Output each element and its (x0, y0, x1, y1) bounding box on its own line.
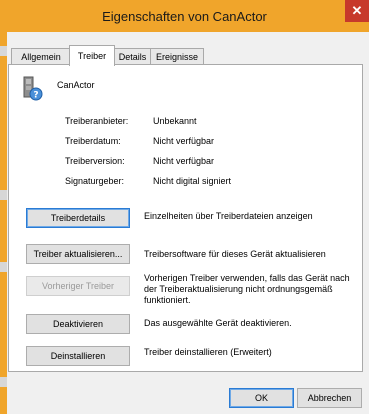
version-label: Treiberversion: (65, 156, 125, 166)
title-bar[interactable]: Eigenschaften von CanActor (0, 0, 369, 32)
provider-label: Treiberanbieter: (65, 116, 129, 126)
rollback-driver-button[interactable]: Vorheriger Treiber (26, 276, 130, 296)
tab-ereignisse[interactable]: Ereignisse (150, 48, 204, 65)
background-edge (0, 262, 7, 272)
date-value: Nicht verfügbar (153, 136, 215, 146)
update-driver-button[interactable]: Treiber aktualisieren... (26, 244, 130, 264)
provider-value: Unbekannt (153, 116, 197, 126)
window-title: Eigenschaften von CanActor (102, 9, 267, 24)
background-edge (0, 46, 7, 56)
driver-details-button[interactable]: Treiberdetails (26, 208, 130, 228)
unknown-device-icon: ? (21, 74, 45, 102)
svg-text:?: ? (33, 91, 38, 101)
tab-details[interactable]: Details (113, 48, 152, 65)
uninstall-driver-button[interactable]: Deinstallieren (26, 346, 130, 366)
signer-value: Nicht digital signiert (153, 176, 232, 186)
driver-details-description: Einzelheiten über Treiberdateien anzeige… (144, 211, 313, 221)
date-label: Treiberdatum: (65, 136, 121, 146)
uninstall-driver-description: Treiber deinstallieren (Erweitert) (144, 347, 272, 357)
tab-treiber[interactable]: Treiber (69, 45, 115, 66)
version-value: Nicht verfügbar (153, 156, 215, 166)
ok-button[interactable]: OK (229, 388, 294, 408)
device-name: CanActor (57, 80, 95, 90)
signer-label: Signaturgeber: (65, 176, 125, 186)
background-edge (0, 190, 7, 200)
rollback-driver-description: Vorherigen Treiber verwenden, falls das … (144, 273, 350, 305)
close-button[interactable]: ✕ (345, 0, 369, 22)
tab-allgemein[interactable]: Allgemein (11, 48, 71, 65)
cancel-button[interactable]: Abbrechen (297, 388, 362, 408)
disable-device-description: Das ausgewählte Gerät deaktivieren. (144, 318, 292, 328)
background-edge (0, 377, 7, 387)
disable-device-button[interactable]: Deaktivieren (26, 314, 130, 334)
update-driver-description: Treibersoftware für dieses Gerät aktuali… (144, 249, 326, 259)
